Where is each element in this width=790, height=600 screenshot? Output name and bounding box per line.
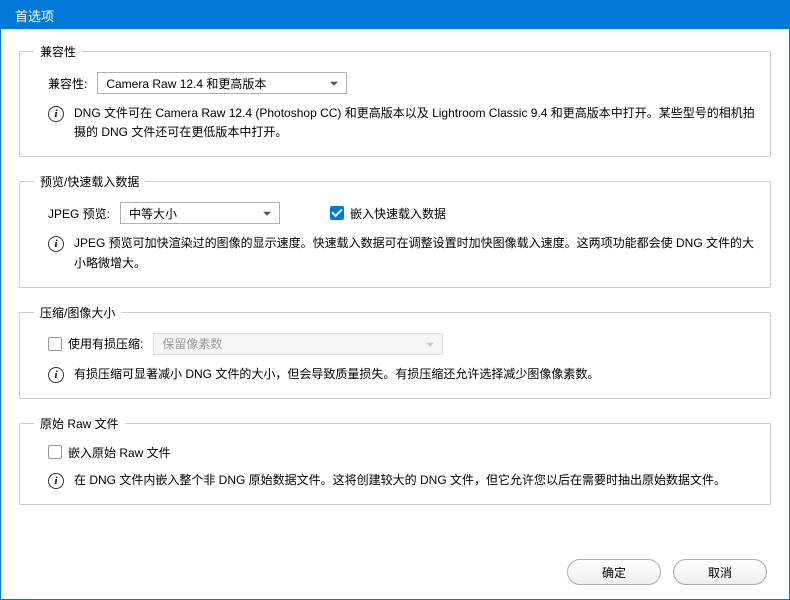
compatibility-select-value: Camera Raw 12.4 和更高版本	[106, 75, 266, 92]
compatibility-label: 兼容性:	[48, 75, 87, 92]
preview-legend: 预览/快速载入数据	[34, 173, 145, 190]
compatibility-group: 兼容性 兼容性: Camera Raw 12.4 和更高版本 i DNG 文件可…	[19, 43, 771, 157]
info-icon: i	[48, 367, 64, 383]
checkbox-icon	[330, 206, 344, 220]
titlebar: 首选项	[1, 1, 789, 29]
raw-group: 原始 Raw 文件 嵌入原始 Raw 文件 i 在 DNG 文件内嵌入整个非 D…	[19, 415, 771, 505]
compression-group: 压缩/图像大小 使用有损压缩: 保留像素数 i 有损压缩可显著减小 DNG 文件…	[19, 304, 771, 399]
lossy-select: 保留像素数	[153, 333, 443, 355]
cancel-button[interactable]: 取消	[673, 559, 767, 585]
embed-fastload-label: 嵌入快速载入数据	[350, 205, 446, 222]
embed-raw-label: 嵌入原始 Raw 文件	[68, 444, 171, 461]
compatibility-info: DNG 文件可在 Camera Raw 12.4 (Photoshop CC) …	[74, 104, 756, 142]
jpeg-preview-select[interactable]: 中等大小	[120, 202, 280, 224]
compression-legend: 压缩/图像大小	[34, 304, 121, 321]
compression-info: 有损压缩可显著减小 DNG 文件的大小，但会导致质量损失。有损压缩还允许选择减少…	[74, 365, 599, 384]
compatibility-select[interactable]: Camera Raw 12.4 和更高版本	[97, 72, 347, 94]
raw-info: 在 DNG 文件内嵌入整个非 DNG 原始数据文件。这将创建较大的 DNG 文件…	[74, 471, 726, 490]
checkbox-icon	[48, 337, 62, 351]
info-icon: i	[48, 236, 64, 252]
preview-group: 预览/快速载入数据 JPEG 预览: 中等大小 嵌入快速载入数据 i JPEG …	[19, 173, 771, 287]
lossy-label: 使用有损压缩:	[68, 335, 143, 352]
jpeg-preview-label: JPEG 预览:	[48, 205, 110, 222]
cancel-button-label: 取消	[708, 564, 732, 581]
lossy-select-value: 保留像素数	[162, 335, 222, 352]
window-title: 首选项	[15, 6, 54, 25]
preview-info: JPEG 预览可加快渲染过的图像的显示速度。快速载入数据可在调整设置时加快图像载…	[74, 234, 756, 272]
info-icon: i	[48, 473, 64, 489]
info-icon: i	[48, 106, 64, 122]
raw-legend: 原始 Raw 文件	[34, 415, 125, 432]
ok-button[interactable]: 确定	[567, 559, 661, 585]
embed-raw-checkbox[interactable]: 嵌入原始 Raw 文件	[48, 444, 171, 461]
embed-fastload-checkbox[interactable]: 嵌入快速载入数据	[330, 205, 446, 222]
content-area: 兼容性 兼容性: Camera Raw 12.4 和更高版本 i DNG 文件可…	[1, 29, 789, 547]
checkbox-icon	[48, 445, 62, 459]
compatibility-legend: 兼容性	[34, 43, 82, 60]
lossy-checkbox[interactable]: 使用有损压缩:	[48, 335, 143, 352]
jpeg-preview-value: 中等大小	[129, 205, 177, 222]
footer: 确定 取消	[1, 547, 789, 599]
ok-button-label: 确定	[602, 564, 626, 581]
